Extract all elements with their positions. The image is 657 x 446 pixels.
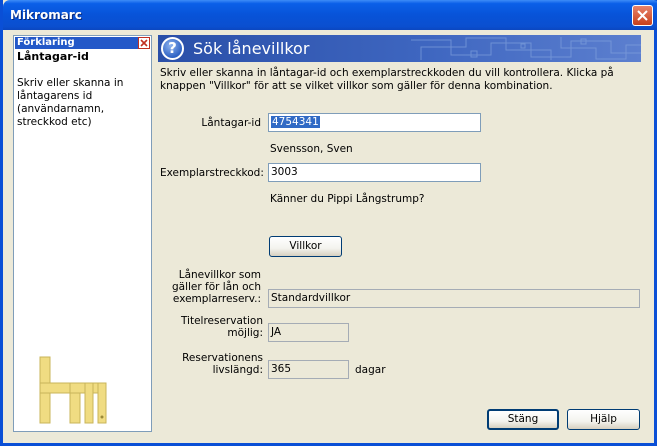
window-close-button[interactable]	[632, 5, 653, 26]
terms-field: Standardvillkor	[268, 289, 640, 308]
title-reservation-label-line: Titelreservation	[180, 315, 263, 327]
title-reservation-field: JA	[268, 323, 349, 342]
terms-label-line: Lånevillkor som	[178, 269, 261, 281]
terms-label-line: exemplarreserv.:	[172, 293, 261, 305]
explanation-title: Låntagar-id	[17, 50, 89, 63]
title-reservation-label: Titelreservation möjlig:	[160, 315, 263, 339]
title-reservation-label-line: möjlig:	[227, 327, 263, 339]
terms-label: Lånevillkor som gäller för lån och exemp…	[160, 269, 261, 305]
item-barcode-input[interactable]: 3003	[268, 163, 481, 182]
mikromarc-logo-icon	[39, 356, 107, 424]
reservation-life-label: Reservationens livslängd:	[160, 352, 263, 376]
villkor-button[interactable]: Villkor	[269, 236, 342, 257]
terms-label-line: gäller för lån och	[171, 281, 261, 293]
decorative-pattern	[411, 37, 641, 60]
borrower-name: Svensson, Sven	[270, 143, 353, 155]
instructions-text: Skriv eller skanna in låntagar-id och ex…	[160, 67, 614, 92]
borrower-id-value: 4754341	[271, 116, 320, 128]
explanation-text: Skriv eller skanna in låntagarens id (an…	[17, 77, 124, 128]
help-question-icon: ?	[161, 37, 184, 60]
page-title: Sök lånevillkor	[193, 39, 310, 58]
explanation-close-button[interactable]	[138, 37, 150, 49]
item-title: Känner du Pippi Långstrump?	[270, 193, 425, 205]
window-title: Mikromarc	[10, 8, 82, 22]
item-barcode-label: Exemplarstreckkod:	[160, 167, 264, 179]
reservation-life-field: 365	[268, 360, 349, 379]
explanation-panel: Förklaring Låntagar-id Skriv eller skann…	[13, 35, 152, 432]
close-icon	[140, 39, 148, 47]
explanation-header: Förklaring	[15, 37, 150, 49]
help-button[interactable]: Hjälp	[567, 409, 640, 430]
reservation-life-unit: dagar	[355, 364, 386, 376]
title-bar: Mikromarc	[3, 0, 657, 30]
page-header: ? Sök lånevillkor	[158, 35, 641, 62]
borrower-id-input[interactable]: 4754341	[268, 113, 481, 132]
close-icon	[637, 10, 648, 21]
close-button[interactable]: Stäng	[487, 409, 559, 430]
borrower-id-label: Låntagar-id	[201, 117, 261, 129]
explanation-header-label: Förklaring	[17, 37, 75, 48]
reservation-life-label-line: livslängd:	[212, 364, 263, 376]
reservation-life-label-line: Reservationens	[182, 352, 263, 364]
